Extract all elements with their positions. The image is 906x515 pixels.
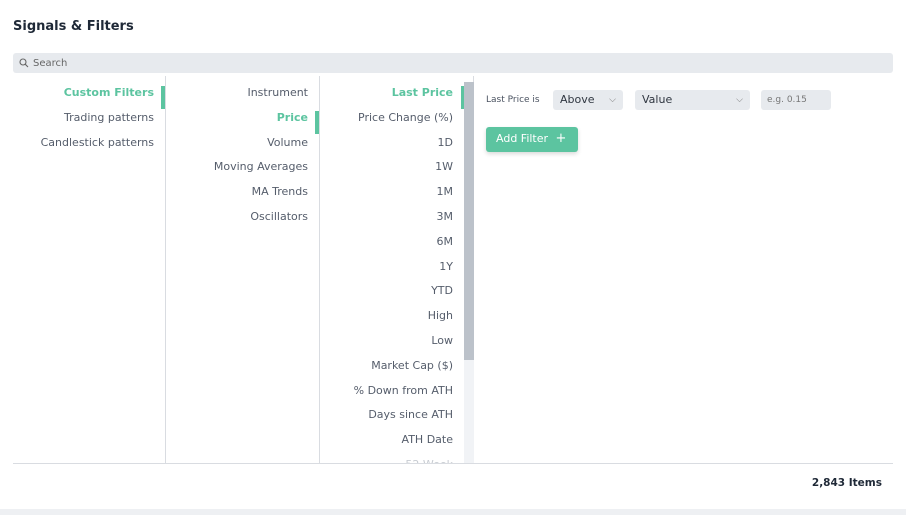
add-filter-button[interactable]: Add Filter + bbox=[486, 127, 578, 152]
chevron-down-icon: ⌵ bbox=[736, 95, 743, 105]
list-item[interactable]: Price bbox=[166, 106, 319, 134]
footer-bar bbox=[0, 509, 906, 515]
list-item[interactable]: Candlestick patterns bbox=[13, 131, 165, 156]
page-title: Signals & Filters bbox=[13, 19, 134, 34]
list-item[interactable]: Price Change (%) bbox=[320, 106, 464, 131]
plus-icon: + bbox=[555, 131, 567, 146]
list-item[interactable]: Oscillators bbox=[166, 205, 319, 230]
list-item[interactable]: YTD bbox=[320, 279, 464, 304]
category-column: Custom Filters Trading patterns Candlestic… bbox=[13, 76, 166, 463]
list-item[interactable]: Volume bbox=[166, 131, 319, 156]
list-item[interactable]: High bbox=[320, 304, 464, 329]
list-item[interactable]: 1W bbox=[320, 155, 464, 180]
item-count: 2,843 Items bbox=[811, 477, 882, 489]
list-item[interactable]: % Down from ATH bbox=[320, 379, 464, 404]
list-item[interactable]: Moving Averages bbox=[166, 155, 319, 180]
scrollbar-thumb[interactable] bbox=[464, 82, 474, 360]
list-item[interactable]: 6M bbox=[320, 230, 464, 255]
operator-select[interactable]: Above ⌵ bbox=[553, 90, 623, 110]
search-bar[interactable] bbox=[13, 53, 893, 73]
divider bbox=[13, 463, 893, 464]
operator-value: Above bbox=[560, 93, 595, 106]
list-item[interactable]: MA Trends bbox=[166, 180, 319, 205]
chevron-down-icon: ⌵ bbox=[609, 95, 616, 105]
target-select[interactable]: Value ⌵ bbox=[635, 90, 750, 110]
field-scrollbar[interactable] bbox=[464, 82, 474, 463]
add-filter-label: Add Filter bbox=[496, 132, 549, 145]
list-item[interactable]: Low bbox=[320, 329, 464, 354]
group-column: Instrument Price Volume Moving Averages MA T… bbox=[166, 76, 320, 463]
list-item[interactable]: Market Cap ($) bbox=[320, 354, 464, 379]
list-item[interactable]: Custom Filters bbox=[13, 81, 165, 109]
value-input[interactable]: e.g. 0.15 bbox=[761, 90, 831, 110]
field-column: Last Price Price Change (%) 1D 1W 1M 3M 6M 1Y YT… bbox=[320, 76, 474, 463]
filter-label: Last Price is bbox=[486, 95, 540, 105]
list-item[interactable]: 1Y bbox=[320, 255, 464, 280]
search-input[interactable] bbox=[33, 57, 833, 69]
list-item[interactable]: 1M bbox=[320, 180, 464, 205]
list-item[interactable]: 52 Week bbox=[320, 453, 464, 463]
list-item[interactable]: Days since ATH bbox=[320, 403, 464, 428]
search-icon bbox=[19, 58, 29, 68]
list-item[interactable]: ATH Date bbox=[320, 428, 464, 453]
list-item[interactable]: Last Price bbox=[320, 81, 465, 109]
target-value: Value bbox=[642, 93, 673, 106]
list-item[interactable]: Instrument bbox=[166, 81, 319, 106]
list-item[interactable]: Trading patterns bbox=[13, 106, 165, 131]
list-item[interactable]: 1D bbox=[320, 131, 464, 156]
list-item[interactable]: 3M bbox=[320, 205, 464, 230]
